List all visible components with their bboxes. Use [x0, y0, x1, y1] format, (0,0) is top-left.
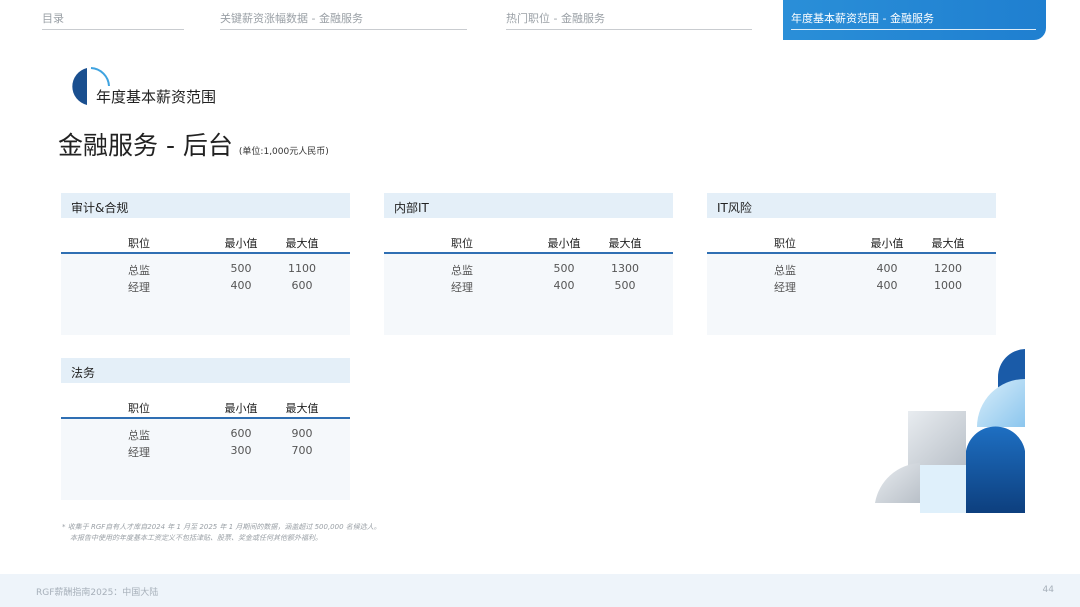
table-cell-role: 经理	[128, 446, 150, 459]
col-head-max: 最大值	[285, 402, 319, 415]
card-table-head: 职位 最小值 最大值	[384, 218, 673, 254]
nav-tab-label: 热门职位 - 金融服务	[506, 12, 605, 25]
table-cell-min: 500	[230, 262, 252, 275]
table-cell-max: 500	[614, 279, 636, 292]
section-title: 年度基本薪资范围	[96, 88, 217, 106]
nav-tab-label: 关键薪资涨幅数据 - 金融服务	[220, 12, 363, 25]
nav-tab-annual-salary-range[interactable]: 年度基本薪资范围 - 金融服务	[783, 0, 1046, 40]
header-divider	[707, 252, 996, 254]
col-head-max: 最大值	[608, 237, 642, 250]
salary-card-audit-compliance: 审计&合规 职位 最小值 最大值 总监 500 1100 经理 400 600	[61, 193, 350, 335]
nav-tab-label: 目录	[42, 12, 64, 25]
table-cell-max: 900	[291, 427, 313, 440]
table-cell-max: 1300	[611, 262, 639, 275]
table-cell-role: 总监	[128, 429, 150, 442]
page-number: 44	[1042, 585, 1054, 595]
header-divider	[61, 252, 350, 254]
table-cell-min: 500	[553, 262, 575, 275]
table-cell-min: 400	[876, 262, 898, 275]
page-unit-note: (单位:1,000元人民币)	[238, 147, 329, 157]
table-cell-max: 1000	[934, 279, 962, 292]
col-head-max: 最大值	[931, 237, 965, 250]
header-divider	[384, 252, 673, 254]
table-cell-min: 400	[876, 279, 898, 292]
nav-tab-key-salary-data[interactable]: 关键薪资涨幅数据 - 金融服务	[220, 0, 467, 30]
nav-tab-label: 年度基本薪资范围 - 金融服务	[791, 12, 934, 25]
footer-text: RGF薪酬指南2025：中国大陆	[36, 588, 159, 598]
table-cell-role: 总监	[451, 264, 473, 277]
salary-card-it-risk: IT风险 职位 最小值 最大值 总监 400 1200 经理 400 1000	[707, 193, 996, 335]
table-cell-max: 700	[291, 444, 313, 457]
table-cell-min: 400	[553, 279, 575, 292]
col-head-role: 职位	[128, 237, 150, 250]
page-title-text: 金融服务 - 后台	[58, 131, 233, 160]
nav-tab-contents[interactable]: 目录	[42, 0, 184, 30]
col-head-min: 最小值	[224, 237, 258, 250]
table-cell-max: 1200	[934, 262, 962, 275]
footnote-line: 本报告中使用的年度基本工资定义不包括津贴、股票、奖金或任何其他额外福利。	[70, 534, 322, 542]
table-cell-role: 经理	[128, 281, 150, 294]
table-cell-min: 400	[230, 279, 252, 292]
salary-card-legal: 法务 职位 最小值 最大值 总监 600 900 经理 300 700	[61, 358, 350, 500]
decorative-shapes-icon	[875, 349, 1025, 513]
footnote-line: * 收集于 RGF自有人才库自2024 年 1 月至 2025 年 1 月期间的…	[62, 523, 381, 531]
card-header: IT风险	[707, 193, 996, 218]
card-header: 审计&合规	[61, 193, 350, 218]
header-divider	[61, 417, 350, 419]
card-table-head: 职位 最小值 最大值	[707, 218, 996, 254]
col-head-role: 职位	[774, 237, 796, 250]
table-cell-role: 经理	[774, 281, 796, 294]
nav-tab-hot-roles[interactable]: 热门职位 - 金融服务	[506, 0, 752, 30]
col-head-max: 最大值	[285, 237, 319, 250]
active-tab-underline	[791, 29, 1036, 30]
table-cell-role: 经理	[451, 281, 473, 294]
table-cell-role: 总监	[774, 264, 796, 277]
table-cell-max: 1100	[288, 262, 316, 275]
card-table-head: 职位 最小值 最大值	[61, 383, 350, 419]
footnote: * 收集于 RGF自有人才库自2024 年 1 月至 2025 年 1 月期间的…	[62, 522, 381, 544]
page-title: 金融服务 - 后台 (单位:1,000元人民币)	[58, 126, 329, 162]
col-head-role: 职位	[128, 402, 150, 415]
card-header: 法务	[61, 358, 350, 383]
col-head-min: 最小值	[547, 237, 581, 250]
table-cell-min: 300	[230, 444, 252, 457]
table-cell-min: 600	[230, 427, 252, 440]
page-footer: RGF薪酬指南2025：中国大陆 44	[0, 574, 1080, 607]
table-cell-role: 总监	[128, 264, 150, 277]
top-nav: 目录 关键薪资涨幅数据 - 金融服务 热门职位 - 金融服务 年度基本薪资范围 …	[0, 0, 1080, 40]
col-head-min: 最小值	[870, 237, 904, 250]
card-table-head: 职位 最小值 最大值	[61, 218, 350, 254]
salary-card-internal-it: 内部IT 职位 最小值 最大值 总监 500 1300 经理 400 500	[384, 193, 673, 335]
col-head-role: 职位	[451, 237, 473, 250]
table-cell-max: 600	[291, 279, 313, 292]
card-header: 内部IT	[384, 193, 673, 218]
col-head-min: 最小值	[224, 402, 258, 415]
